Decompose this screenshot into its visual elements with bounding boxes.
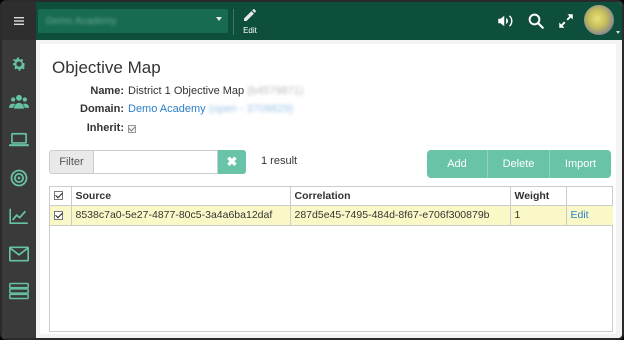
column-header-weight[interactable]: Weight — [510, 187, 567, 206]
main-content: Objective Map Name: District 1 Objective… — [36, 40, 622, 338]
delete-button[interactable]: Delete — [488, 150, 550, 178]
hamburger-icon — [14, 17, 24, 25]
chart-icon — [9, 208, 28, 224]
table-row[interactable]: 8538c7a0-5e27-4877-80c5-3a4a6ba12daf 287… — [50, 205, 613, 226]
topbar: Demo Academy Edit — [36, 2, 622, 40]
domain-link[interactable]: Demo Academy — [128, 103, 206, 115]
objective-map-card: Objective Map Name: District 1 Objective… — [40, 44, 616, 334]
close-icon: ✖ — [226, 154, 238, 169]
sidebar-item-objectives[interactable] — [9, 168, 29, 188]
sidebar-item-devices[interactable] — [9, 130, 29, 150]
edit-button-label: Edit — [243, 26, 257, 35]
column-header-correlation[interactable]: Correlation — [290, 187, 511, 206]
select-all-header — [50, 187, 72, 206]
gear-icon — [12, 57, 27, 71]
objective-map-table: Source Correlation Weight 8538c7a0-5e27-… — [49, 186, 613, 332]
source-cell: 8538c7a0-5e27-4877-80c5-3a4a6ba12daf — [71, 205, 291, 226]
topbar-divider — [233, 9, 234, 35]
page-title: Objective Map — [52, 58, 161, 77]
sidebar-item-reports[interactable] — [9, 206, 29, 226]
name-value: District 1 Objective Map (b4579871) — [128, 85, 304, 97]
weight-cell: 1 — [510, 205, 567, 226]
app-window: Demo Academy Edit Objective Map Name: Di… — [0, 0, 624, 340]
filter-input[interactable] — [93, 150, 218, 174]
name-value-text: District 1 Objective Map — [128, 85, 245, 97]
row-select-cell — [50, 205, 72, 226]
result-count: 1 result — [261, 155, 298, 167]
server-icon — [9, 282, 29, 300]
column-header-source[interactable]: Source — [71, 187, 291, 206]
avatar[interactable] — [584, 5, 614, 35]
megaphone-icon[interactable] — [496, 12, 514, 30]
inherit-label: Inherit: — [86, 122, 124, 134]
name-label: Name: — [90, 85, 124, 97]
add-button[interactable]: Add — [427, 150, 488, 178]
sidebar-item-users[interactable] — [9, 92, 29, 112]
edit-row-link[interactable]: Edit — [571, 209, 589, 221]
action-cell: Edit — [566, 205, 613, 226]
inherit-checkbox — [128, 125, 136, 133]
correlation-cell: 287d5e45-7495-484d-8f67-e706f300879b — [290, 205, 511, 226]
name-value-hidden: (b4579871) — [247, 85, 304, 97]
expand-icon[interactable] — [557, 12, 575, 30]
sidebar-item-messages[interactable] — [9, 244, 29, 264]
target-icon — [10, 169, 28, 187]
action-buttons: Add Delete Import — [427, 150, 611, 178]
domain-value: Demo Academy (open - 3709829) — [128, 103, 293, 115]
laptop-icon — [9, 132, 29, 147]
chevron-down-icon — [616, 31, 620, 34]
domain-value-hidden: (open - 3709829) — [208, 103, 294, 115]
users-icon — [9, 94, 29, 109]
select-all-checkbox[interactable] — [54, 191, 63, 201]
search-icon[interactable] — [527, 12, 545, 30]
sidebar — [2, 2, 36, 338]
filter-label: Filter — [49, 150, 93, 174]
envelope-icon — [9, 246, 29, 262]
column-header-actions — [566, 187, 613, 206]
pencil-icon — [244, 9, 256, 21]
domain-label: Domain: — [80, 103, 124, 115]
organization-select-value: Demo Academy — [46, 16, 117, 27]
sidebar-item-settings[interactable] — [9, 54, 29, 74]
hamburger-menu-button[interactable] — [2, 2, 36, 40]
chevron-down-icon — [216, 17, 222, 21]
sidebar-item-servers[interactable] — [9, 281, 29, 301]
edit-button[interactable]: Edit — [236, 5, 264, 37]
clear-filter-button[interactable]: ✖ — [218, 150, 246, 174]
organization-select[interactable]: Demo Academy — [38, 9, 228, 33]
row-checkbox[interactable] — [54, 210, 63, 220]
import-button[interactable]: Import — [550, 150, 611, 178]
table-header-row: Source Correlation Weight — [50, 187, 613, 206]
